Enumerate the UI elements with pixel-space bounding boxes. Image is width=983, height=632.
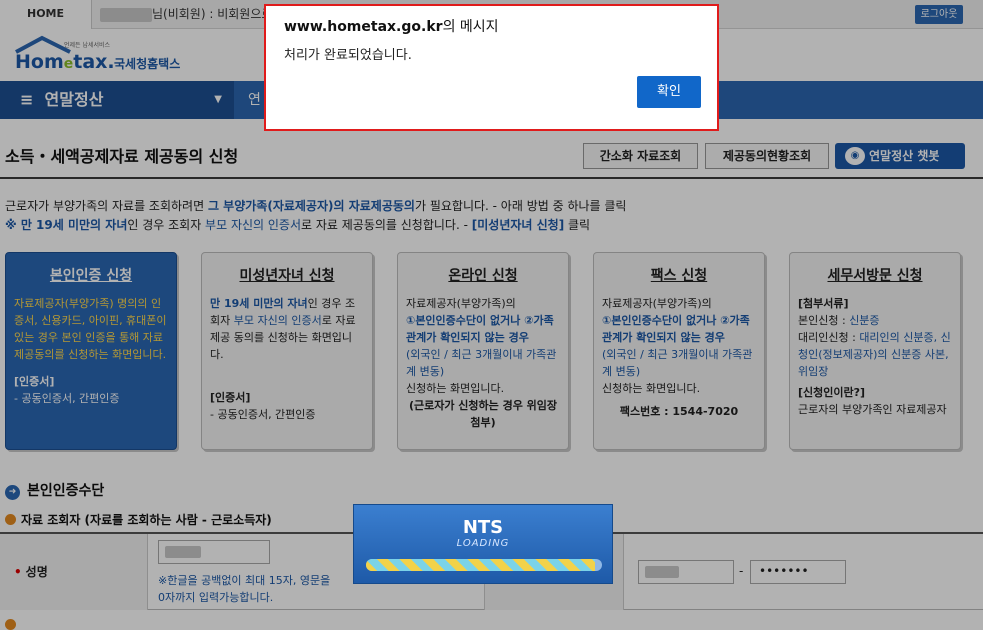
alert-dialog: www.hometax.go.kr의 메시지 처리가 완료되었습니다. 확인: [264, 4, 719, 131]
loading-progress-fill: [366, 559, 595, 571]
loading-subtitle: LOADING: [456, 538, 510, 549]
ok-button[interactable]: 확인: [637, 76, 701, 108]
dialog-message: 처리가 완료되었습니다.: [284, 48, 412, 63]
dialog-site: www.hometax.go.kr: [284, 19, 443, 35]
dialog-title: www.hometax.go.kr의 메시지: [284, 16, 499, 36]
loading-indicator: NTS LOADING: [353, 504, 613, 584]
loading-progress-bar: [366, 559, 602, 571]
dialog-suffix: 의 메시지: [442, 19, 499, 35]
loading-title: NTS: [462, 517, 504, 538]
